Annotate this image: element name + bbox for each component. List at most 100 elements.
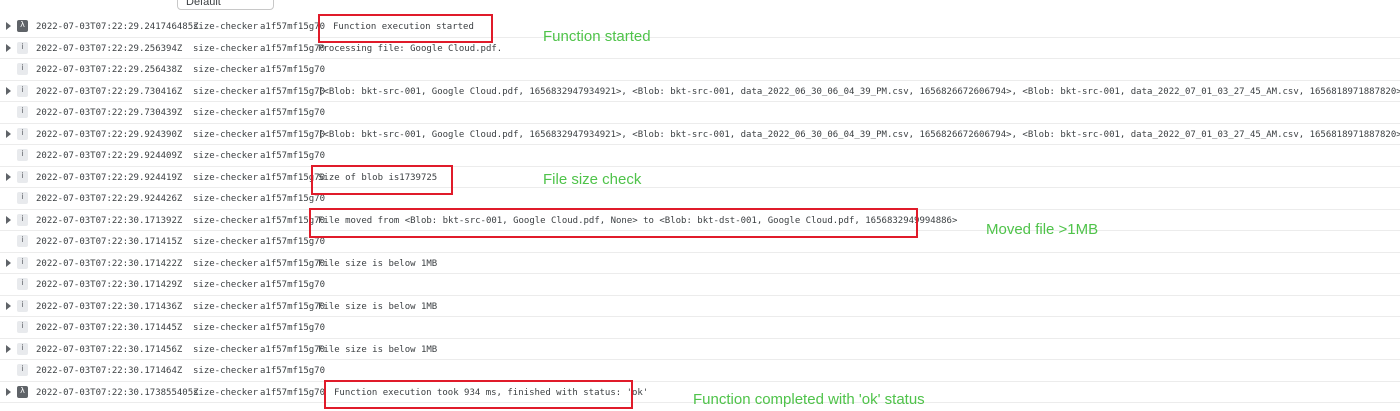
log-timestamp: 2022-07-03T07:22:30.171415Z — [36, 237, 183, 247]
log-row[interactable]: i 2022-07-03T07:22:30.171429Z size-checker… — [0, 274, 1400, 296]
expand-chevron-icon[interactable] — [6, 22, 11, 30]
log-execution-id: a1f57mf15g70 — [260, 366, 326, 376]
info-severity-icon: i — [17, 106, 28, 118]
log-service: size-checker — [193, 301, 259, 312]
log-row[interactable]: i 2022-07-03T07:22:29.256394Z size-checker… — [0, 38, 1400, 59]
log-execution-id: a1f57mf15g70 — [260, 301, 326, 312]
log-row[interactable]: i 2022-07-03T07:22:29.924419Z size-checker… — [0, 167, 1400, 188]
highlight-box-size-check — [311, 165, 453, 195]
expand-chevron-icon[interactable] — [6, 387, 11, 396]
log-service: size-checker — [193, 344, 259, 355]
log-message: Size of blob is1739725 — [318, 172, 438, 183]
log-timestamp: 2022-07-03T07:22:29.924409Z — [36, 151, 183, 161]
log-service: size-checker — [193, 387, 259, 398]
log-service: size-checker — [193, 151, 259, 161]
log-execution-id: a1f57mf15g70 — [260, 323, 326, 333]
info-severity-icon: i — [17, 256, 28, 269]
log-row[interactable]: i 2022-07-03T07:22:30.171422Z size-checker… — [0, 253, 1400, 274]
log-message: Processing file: Google Cloud.pdf. — [318, 43, 503, 54]
expand-chevron-icon[interactable] — [6, 86, 11, 95]
info-severity-icon: i — [17, 342, 28, 355]
log-row[interactable]: i 2022-07-03T07:22:29.730416Z size-checker… — [0, 81, 1400, 102]
log-timestamp: 2022-07-03T07:22:29.730439Z — [36, 108, 183, 118]
info-severity-icon: i — [17, 278, 28, 290]
annotation-file-size-check: File size check — [543, 171, 642, 188]
log-timestamp: 2022-07-03T07:22:30.171392Z — [36, 215, 183, 226]
highlight-box-file-moved — [309, 208, 918, 238]
log-service: size-checker — [193, 43, 259, 54]
log-execution-id: a1f57mf15g70 — [260, 86, 326, 97]
expand-chevron-icon[interactable] — [6, 43, 11, 52]
expand-chevron-icon[interactable] — [6, 172, 11, 181]
log-service: size-checker — [193, 22, 259, 32]
log-execution-id: a1f57mf15g70 — [260, 151, 326, 161]
log-execution-id: a1f57mf15g70 — [260, 65, 326, 75]
log-row[interactable]: i 2022-07-03T07:22:30.171436Z size-checker… — [0, 296, 1400, 317]
log-service: size-checker — [193, 258, 259, 269]
log-message: [<Blob: bkt-src-001, Google Cloud.pdf, 1… — [318, 129, 1400, 140]
log-timestamp: 2022-07-03T07:22:29.241746485Z — [36, 22, 199, 32]
log-row[interactable]: i 2022-07-03T07:22:30.171445Z size-checker… — [0, 317, 1400, 339]
log-timestamp: 2022-07-03T07:22:29.924426Z — [36, 194, 183, 204]
log-execution-id: a1f57mf15g70 — [260, 280, 326, 290]
log-message: File size is below 1MB — [318, 258, 438, 269]
expand-chevron-icon[interactable] — [6, 258, 11, 267]
log-service: size-checker — [193, 366, 259, 376]
expand-chevron-icon[interactable] — [6, 301, 11, 310]
highlight-box-function-completed — [324, 380, 633, 409]
info-severity-icon: i — [17, 192, 28, 204]
log-row[interactable]: i 2022-07-03T07:22:29.924426Z size-checker… — [0, 188, 1400, 210]
log-message: [<Blob: bkt-src-001, Google Cloud.pdf, 1… — [318, 86, 1400, 97]
highlight-box-function-started — [318, 14, 493, 43]
expand-chevron-icon[interactable] — [6, 129, 11, 138]
log-execution-id: a1f57mf15g70 — [260, 129, 326, 140]
log-message: File size is below 1MB — [318, 344, 438, 355]
info-severity-icon: i — [17, 235, 28, 247]
log-row[interactable]: λ 2022-07-03T07:22:29.241746485Z size-chec… — [0, 16, 1400, 38]
log-row[interactable]: i 2022-07-03T07:22:30.171456Z size-checker… — [0, 339, 1400, 360]
expand-chevron-icon[interactable] — [6, 344, 11, 353]
log-row[interactable]: i 2022-07-03T07:22:29.924409Z size-checker… — [0, 145, 1400, 167]
info-severity-icon: i — [17, 127, 28, 140]
log-timestamp: 2022-07-03T07:22:30.171436Z — [36, 301, 183, 312]
log-service: size-checker — [193, 194, 259, 204]
expand-chevron-icon[interactable] — [6, 215, 11, 224]
log-service: size-checker — [193, 86, 259, 97]
log-message: File size is below 1MB — [318, 301, 438, 312]
info-severity-icon: i — [17, 364, 28, 376]
log-execution-id: a1f57mf15g70 — [260, 258, 326, 269]
log-service: size-checker — [193, 65, 259, 75]
log-timestamp: 2022-07-03T07:22:30.171422Z — [36, 258, 183, 269]
info-severity-icon: i — [17, 299, 28, 312]
info-severity-icon: i — [17, 321, 28, 333]
info-severity-icon: i — [17, 170, 28, 183]
log-execution-id: a1f57mf15g70 — [260, 22, 326, 32]
log-timestamp: 2022-07-03T07:22:29.924390Z — [36, 129, 183, 140]
log-timestamp: 2022-07-03T07:22:29.924419Z — [36, 172, 183, 183]
log-execution-id: a1f57mf15g70 — [260, 43, 326, 54]
filter-dropdown-value: Default — [186, 0, 221, 8]
log-timestamp: 2022-07-03T07:22:29.256394Z — [36, 43, 183, 54]
info-severity-icon: i — [17, 213, 28, 226]
log-service: size-checker — [193, 280, 259, 290]
log-timestamp: 2022-07-03T07:22:29.256438Z — [36, 65, 183, 75]
log-timestamp: 2022-07-03T07:22:30.173855405Z — [36, 387, 199, 398]
info-severity-icon: i — [17, 84, 28, 97]
log-timestamp: 2022-07-03T07:22:29.730416Z — [36, 86, 183, 97]
log-row[interactable]: i 2022-07-03T07:22:29.256438Z size-checker… — [0, 59, 1400, 81]
log-service: size-checker — [193, 215, 259, 226]
log-row[interactable]: i 2022-07-03T07:22:29.924390Z size-checker… — [0, 124, 1400, 145]
log-service: size-checker — [193, 323, 259, 333]
log-timestamp: 2022-07-03T07:22:30.171445Z — [36, 323, 183, 333]
log-execution-id: a1f57mf15g70 — [260, 344, 326, 355]
log-timestamp: 2022-07-03T07:22:30.171464Z — [36, 366, 183, 376]
filter-dropdown[interactable]: Default — [177, 0, 274, 10]
log-row[interactable]: i 2022-07-03T07:22:30.171464Z size-checker… — [0, 360, 1400, 382]
log-service: size-checker — [193, 237, 259, 247]
log-row[interactable]: i 2022-07-03T07:22:29.730439Z size-checker… — [0, 102, 1400, 124]
function-severity-icon: λ — [17, 20, 28, 32]
log-execution-id: a1f57mf15g70 — [260, 237, 326, 247]
info-severity-icon: i — [17, 41, 28, 54]
log-timestamp: 2022-07-03T07:22:30.171456Z — [36, 344, 183, 355]
log-message: Function execution started — [333, 22, 474, 32]
